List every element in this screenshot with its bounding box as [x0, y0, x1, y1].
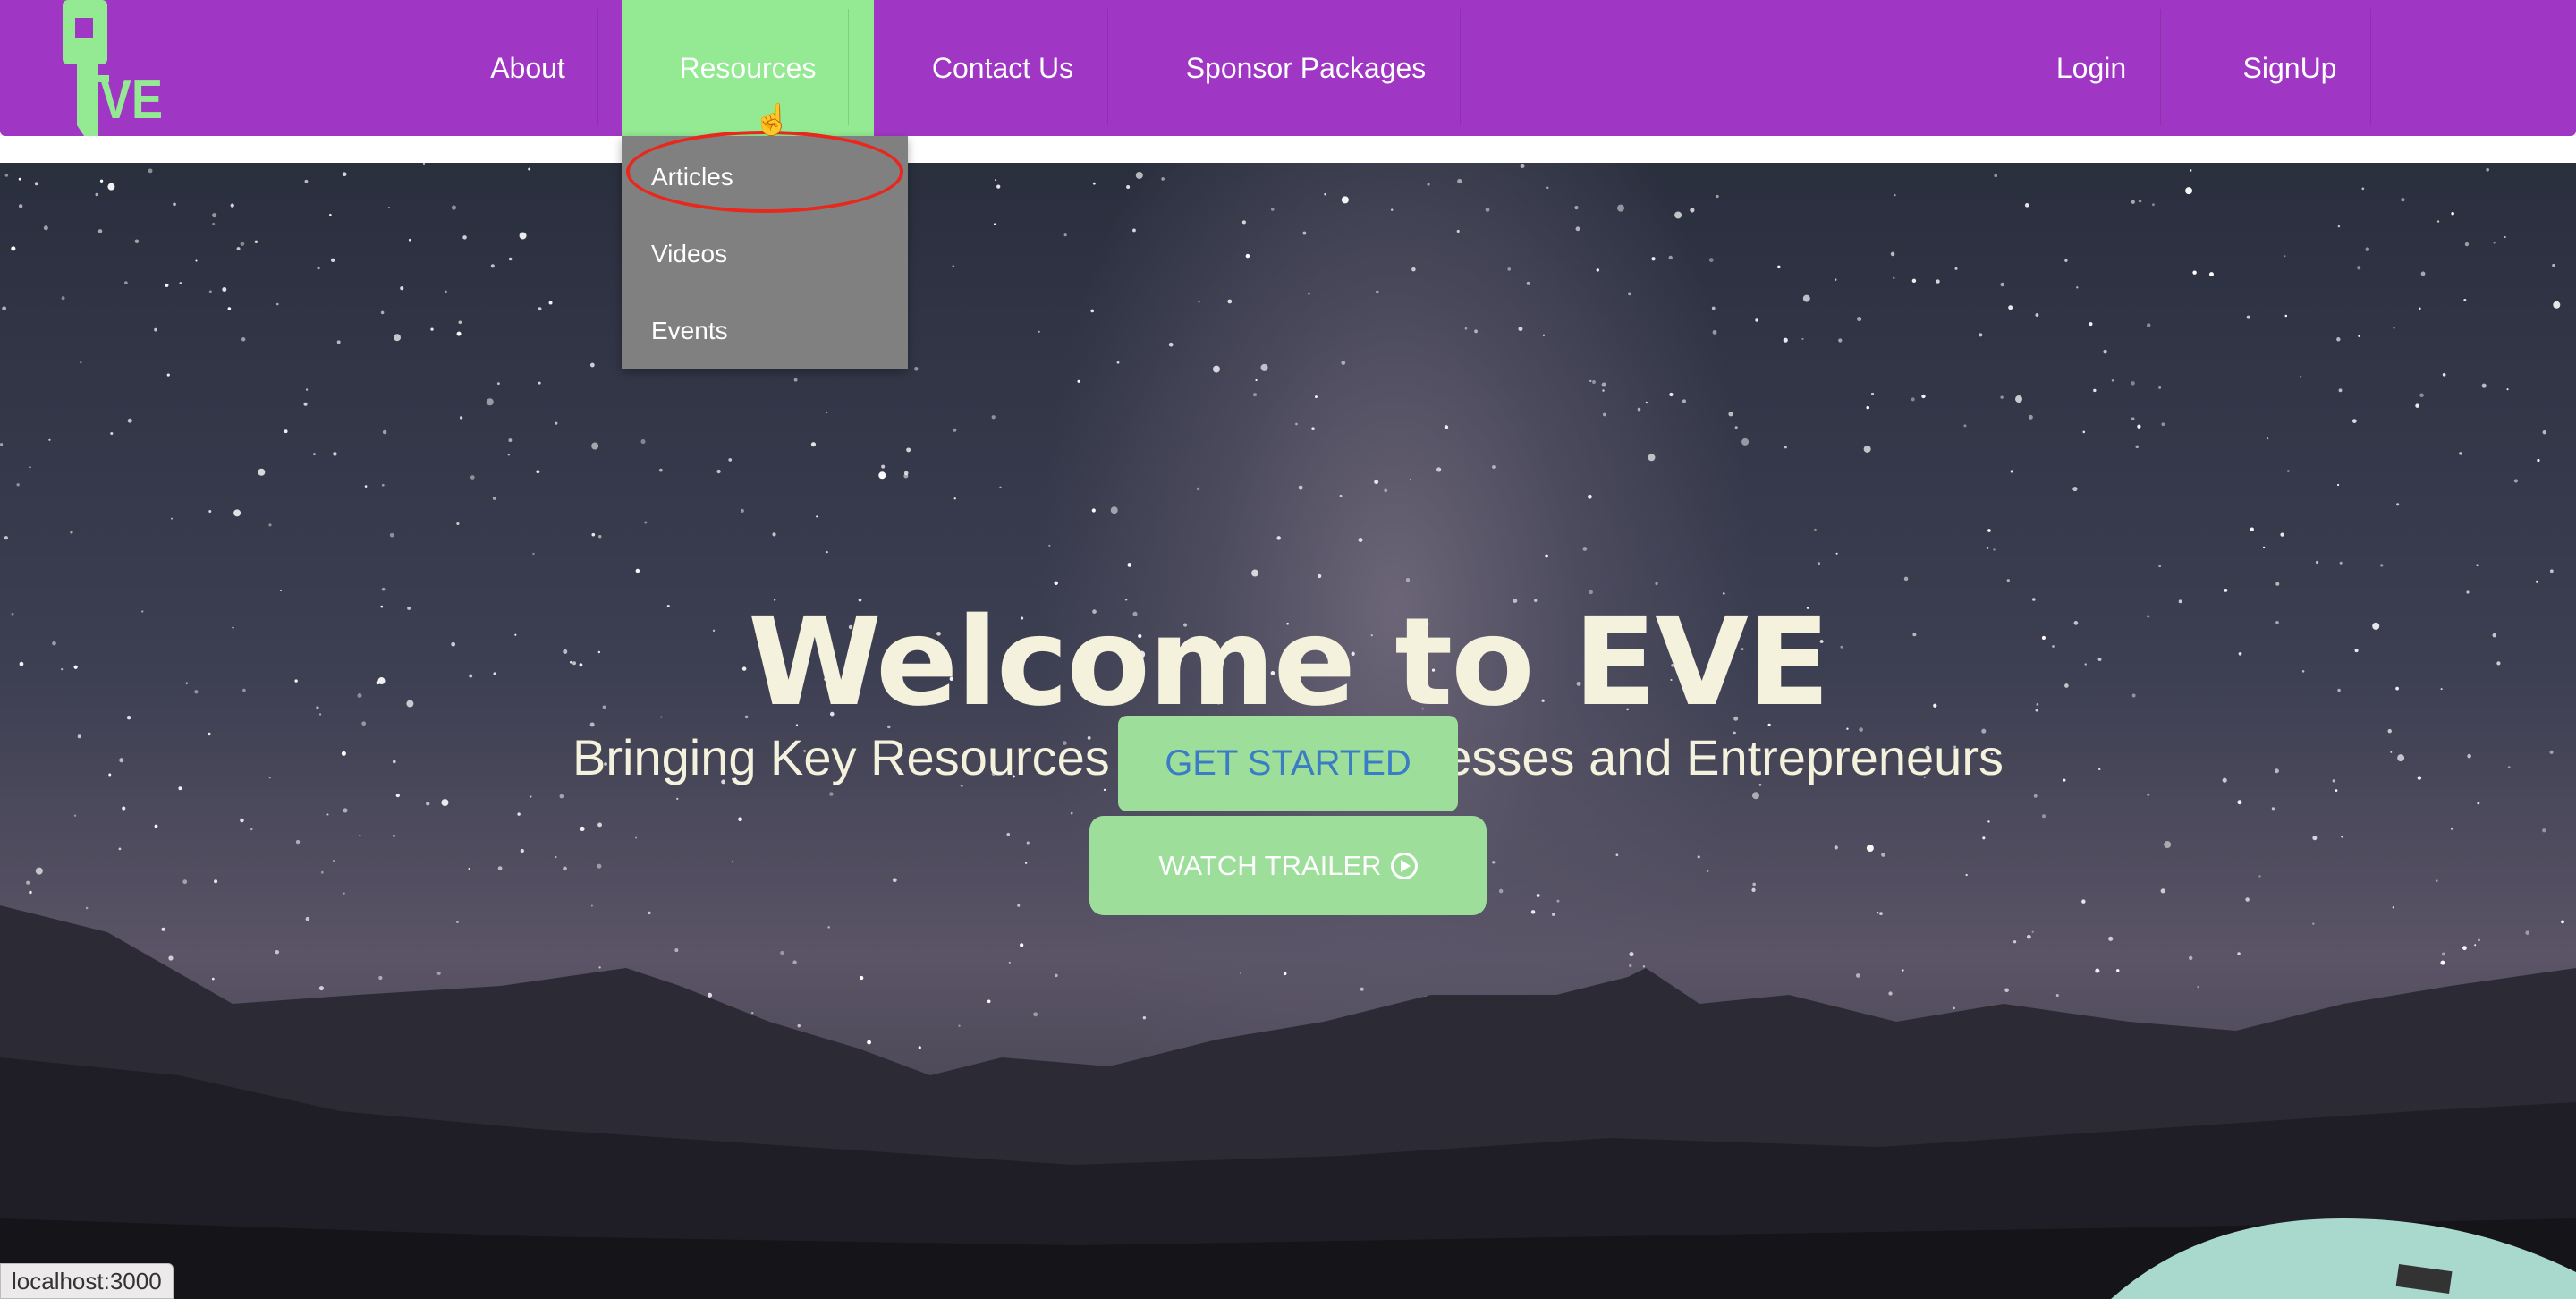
- nav-divider: [2370, 9, 2371, 125]
- nav-divider: [597, 9, 598, 125]
- dropdown-item-events[interactable]: Events: [651, 317, 728, 345]
- get-started-button[interactable]: GET STARTED: [1118, 716, 1458, 811]
- nav-spacer: [0, 136, 2576, 163]
- nav-divider: [848, 9, 849, 125]
- hand-pointer-cursor-icon: ☝: [753, 103, 792, 137]
- nav-divider: [2160, 9, 2161, 125]
- status-bar-url: localhost:3000: [0, 1263, 174, 1299]
- play-circle-icon: [1390, 852, 1418, 879]
- nav-divider: [1107, 9, 1108, 125]
- nav-sponsor-packages[interactable]: Sponsor Packages: [1154, 0, 1458, 136]
- nav-signup[interactable]: SignUp: [2218, 0, 2361, 136]
- nav-login[interactable]: Login: [2030, 0, 2152, 136]
- svg-text:VE: VE: [100, 69, 163, 131]
- watch-trailer-button[interactable]: WATCH TRAILER: [1089, 816, 1487, 915]
- watch-trailer-label: WATCH TRAILER: [1158, 849, 1382, 881]
- dropdown-item-videos[interactable]: Videos: [651, 240, 727, 268]
- hero-title: Welcome to EVE: [747, 592, 1830, 734]
- get-started-label: GET STARTED: [1165, 743, 1411, 783]
- eve-logo[interactable]: VE: [63, 0, 197, 136]
- nav-about[interactable]: About: [465, 0, 590, 136]
- nav-contact-us[interactable]: Contact Us: [903, 0, 1102, 136]
- highlight-annotation-ellipse: [626, 131, 903, 213]
- top-navbar: VE About Resources Contact Us Sponsor Pa…: [0, 0, 2576, 136]
- nav-divider: [1460, 9, 1461, 125]
- nav-resources[interactable]: Resources: [622, 0, 874, 136]
